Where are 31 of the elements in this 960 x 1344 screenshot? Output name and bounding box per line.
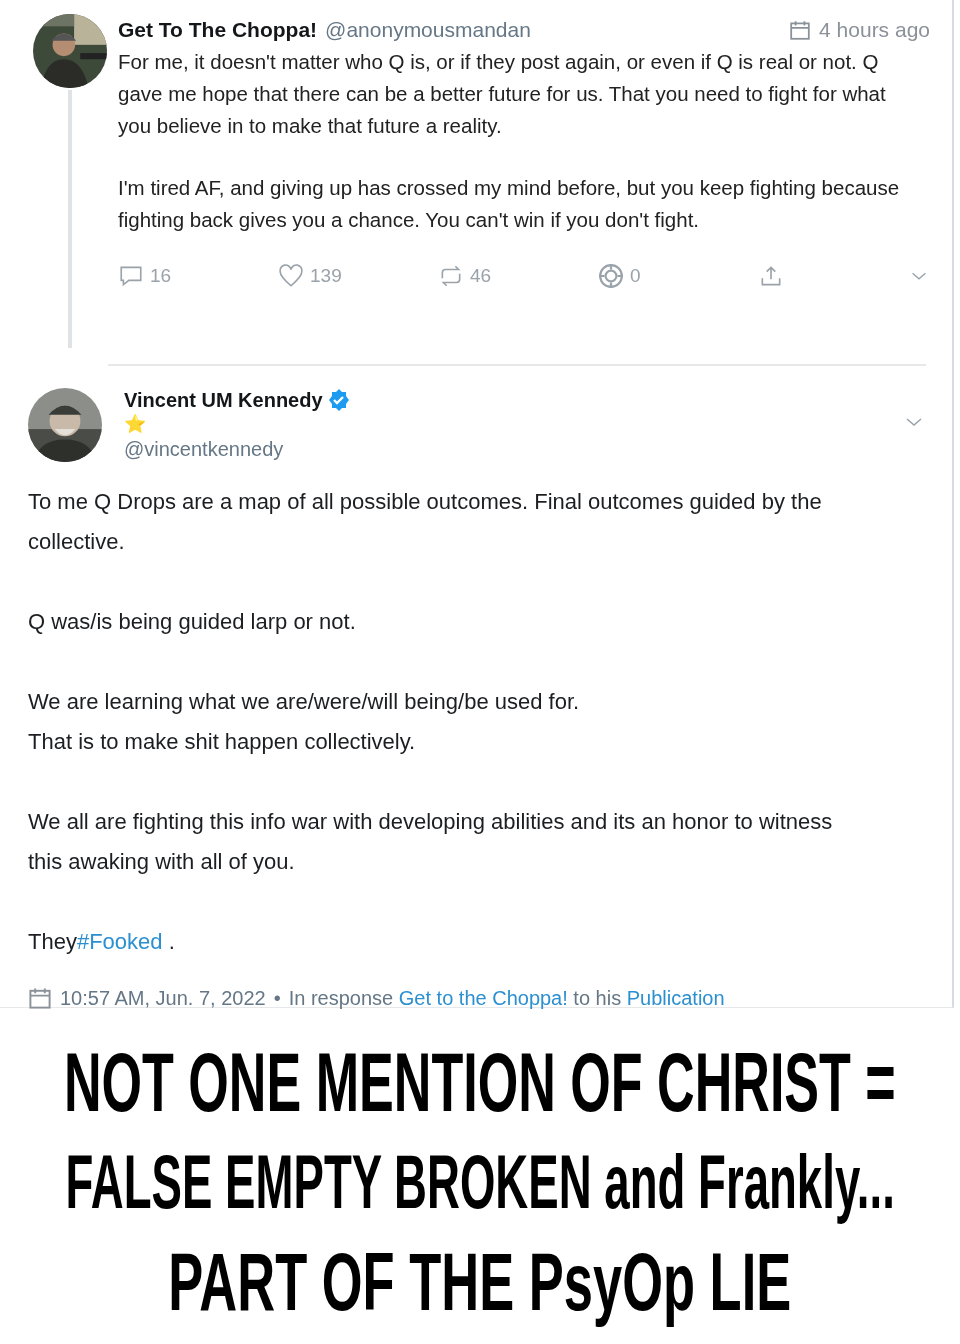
profile-link[interactable]: Publication xyxy=(626,986,725,1009)
reply-text: I'm tired AF, and giving up has crossed my mind before, but you keep fighting because fighting back gives you a chance. You can't win if you don't fight. xyxy=(118,175,901,233)
stat-count: 0 xyxy=(630,265,641,287)
hashtag-link[interactable]: #Fooked xyxy=(76,929,163,954)
stat-count: 46 xyxy=(470,265,492,287)
response-text: In response Get to the Choppa! to his Publication xyxy=(288,986,725,1010)
separator-dot: • xyxy=(273,986,281,1010)
author-handle[interactable]: @vincentkennedy xyxy=(124,438,351,461)
author-name[interactable]: Get To The Choppa! xyxy=(118,18,318,42)
caption-text: PART OF THE PsyOp LIE xyxy=(168,1235,792,1329)
post-text: They#Fooked . xyxy=(28,928,176,956)
caption-text: FALSE EMPTY BROKEN and Frankly... xyxy=(65,1138,895,1226)
author-handle[interactable]: @anonymousmandan xyxy=(325,18,531,42)
post-text: Q was/is being guided larp or not. xyxy=(28,608,357,636)
stat-count: 16 xyxy=(150,265,172,287)
post-text: To me Q Drops are a map of all possible outcomes. Final outcomes guided by the collective. xyxy=(28,488,823,556)
calendar-icon xyxy=(28,986,52,1010)
post-text: That is to make shit happen collectively. xyxy=(28,728,417,756)
target-icon[interactable] xyxy=(598,263,624,289)
timestamp: 4 hours ago xyxy=(819,18,930,42)
profile-link[interactable]: Get to the Choppa! xyxy=(398,986,568,1009)
calendar-icon xyxy=(789,19,812,41)
heart-icon[interactable] xyxy=(278,263,304,289)
post-text: We all are fighting this info war with developing abilities and its an honor to witness this awaking with all of you. xyxy=(28,808,834,876)
author-name[interactable]: Vincent UM Kennedy xyxy=(124,388,323,412)
star-emoji: ⭐ xyxy=(124,413,146,436)
post-text: We are learning what we are/were/will being/be used for. xyxy=(28,688,581,716)
post-date: 10:57 AM, Jun. 7, 2022 xyxy=(60,986,266,1010)
stat-count: 139 xyxy=(310,265,342,287)
caption-text: NOT ONE MENTION OF CHRIST = xyxy=(64,1034,896,1131)
reply-text: For me, it doesn't matter who Q is, or if they post again, or even if Q is real or not. Q gave me hope that there can be a better future for us. That you need to fight for what you believe in to make that future a reality. xyxy=(118,49,887,139)
